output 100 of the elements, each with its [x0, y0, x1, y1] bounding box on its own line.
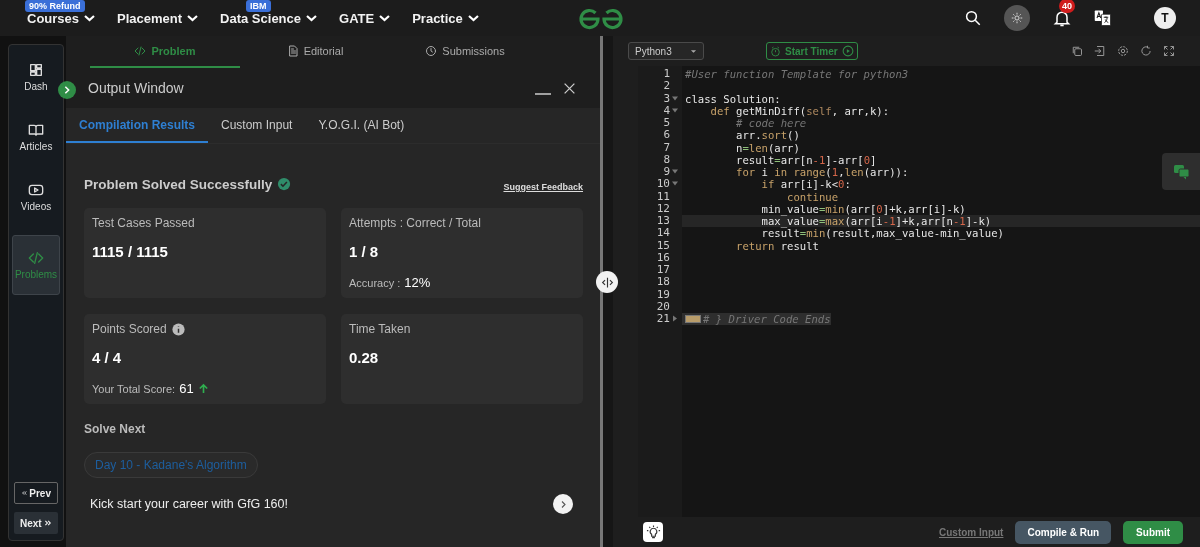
chat-icon — [1172, 163, 1190, 180]
line-number: 19 — [655, 288, 670, 301]
status-text: Problem Solved Successfully — [84, 176, 273, 192]
nav-badge: 90% Refund — [25, 0, 85, 12]
fullscreen-icon[interactable] — [1163, 45, 1175, 57]
translate-icon[interactable] — [1094, 9, 1112, 27]
clock-icon — [425, 45, 438, 57]
code-line: result=min(result,max_value-min_value) — [760, 227, 1004, 240]
note-label: Your Total Score: — [92, 382, 176, 395]
document-icon — [286, 45, 299, 57]
sidebar-item[interactable]: Articles — [12, 115, 60, 159]
code-line: for i in range(1,len(arr)): — [735, 166, 909, 179]
note-value: 12% — [404, 275, 431, 290]
fold-arrow-icon[interactable] — [672, 106, 678, 114]
split-arrows-icon — [600, 275, 614, 289]
line-number: 15 — [655, 239, 670, 252]
nav-menu[interactable]: Placement — [117, 10, 199, 26]
line-number: 8 — [662, 153, 670, 166]
search-icon[interactable] — [964, 9, 982, 27]
line-number: 20 — [655, 300, 670, 313]
sun-icon — [1010, 11, 1024, 25]
promo-text: Kick start your career with GfG 160! — [89, 497, 289, 511]
next-arrow-button[interactable] — [553, 494, 573, 514]
user-avatar[interactable]: T — [1154, 7, 1176, 29]
line-number: 3 — [662, 92, 670, 105]
fold-arrow-icon[interactable] — [672, 315, 678, 322]
caret-icon — [467, 14, 479, 22]
hint-button[interactable] — [643, 522, 663, 542]
prev-button[interactable]: Prev — [14, 482, 58, 504]
copy-icon[interactable] — [1071, 45, 1083, 57]
line-number: 11 — [655, 190, 670, 203]
video-play-icon — [28, 182, 44, 198]
line-number: 7 — [662, 141, 670, 154]
compile-run-button[interactable]: Compile & Run — [1015, 520, 1112, 544]
submit-button[interactable]: Submit — [1123, 520, 1183, 544]
card-title: Attempts : Correct / Total — [349, 216, 481, 230]
card-value: 1115 / 1115 — [92, 243, 169, 260]
nav-badge: IBM — [246, 0, 271, 12]
sidebar-item[interactable]: Dash — [12, 55, 60, 99]
code-line: #User function Template for python3 — [684, 68, 909, 81]
caret-down-icon — [690, 48, 697, 54]
close-button[interactable] — [563, 81, 576, 95]
code-line: def getMinDiff(self, arr,k): — [709, 104, 890, 117]
start-timer-button[interactable]: Start Timer — [766, 42, 858, 60]
fold-arrow-icon[interactable] — [672, 168, 678, 175]
line-number: 10 — [655, 178, 670, 191]
line-number: 13 — [655, 215, 670, 228]
line-number: 1 — [662, 68, 670, 81]
output-tab[interactable]: Custom Input — [208, 108, 306, 143]
notification-badge: 40 — [1059, 0, 1075, 13]
line-number: 12 — [655, 202, 670, 215]
import-icon[interactable] — [1094, 45, 1106, 57]
fold-arrow-icon[interactable] — [672, 180, 678, 188]
nav-menu[interactable]: Courses — [27, 10, 96, 26]
line-number: 4 — [662, 104, 670, 117]
line-number: 2 — [662, 80, 670, 93]
theme-button[interactable] — [1004, 5, 1030, 31]
sidebar-item[interactable]: Videos — [12, 175, 60, 219]
code-editor[interactable] — [638, 66, 1200, 517]
logo-icon — [577, 7, 625, 31]
code-line: if arr[i]-k<0: — [760, 178, 851, 191]
line-number: 6 — [662, 129, 670, 142]
timer-icon — [770, 45, 781, 57]
card-title: Time Taken — [349, 322, 411, 336]
book-icon — [28, 122, 44, 138]
folded-code-marker[interactable] — [685, 315, 701, 324]
code-icon — [28, 250, 44, 266]
nav-menu[interactable]: Data Science — [220, 10, 317, 26]
settings-icon[interactable] — [1117, 45, 1129, 57]
chevron-right-icon — [62, 85, 72, 95]
note-label: Accuracy : — [349, 276, 401, 289]
problem-tab[interactable]: Submissions — [390, 36, 540, 68]
reset-icon[interactable] — [1140, 45, 1152, 57]
card-value: 0.28 — [349, 349, 380, 366]
language-select[interactable]: Python3 — [628, 42, 704, 60]
caret-icon — [84, 14, 96, 22]
nav-menu[interactable]: GATE — [339, 10, 391, 26]
note-value: 61 — [179, 381, 194, 396]
section-heading: Solve Next — [84, 422, 147, 436]
caret-icon — [187, 14, 199, 22]
code-line: arr.sort() — [735, 129, 800, 142]
line-number: 16 — [655, 251, 670, 264]
custom-input-link[interactable]: Custom Input — [939, 526, 1004, 538]
next-button[interactable]: Next — [14, 512, 58, 534]
feedback-link[interactable]: Suggest Feedback — [503, 182, 583, 192]
code-line: # code here — [735, 117, 807, 130]
double-chevron-left-icon — [21, 489, 28, 497]
line-number: 17 — [655, 264, 670, 277]
card-value: 1 / 8 — [349, 243, 380, 260]
code-icon — [134, 45, 147, 57]
nav-menu[interactable]: Practice — [412, 10, 479, 26]
code-line: max_value=max(arr[i-1]+k,arr[n-1]-k) — [760, 215, 992, 228]
line-number: 21 — [655, 313, 670, 326]
double-chevron-right-icon — [43, 519, 52, 527]
chat-button[interactable] — [1162, 153, 1200, 190]
output-tab[interactable]: Y.O.G.I. (AI Bot) — [305, 108, 418, 143]
output-tab[interactable]: Compilation Results — [66, 108, 208, 143]
problem-tab[interactable]: Editorial — [240, 36, 390, 68]
fold-arrow-icon[interactable] — [672, 94, 678, 102]
line-number: 14 — [655, 227, 670, 240]
